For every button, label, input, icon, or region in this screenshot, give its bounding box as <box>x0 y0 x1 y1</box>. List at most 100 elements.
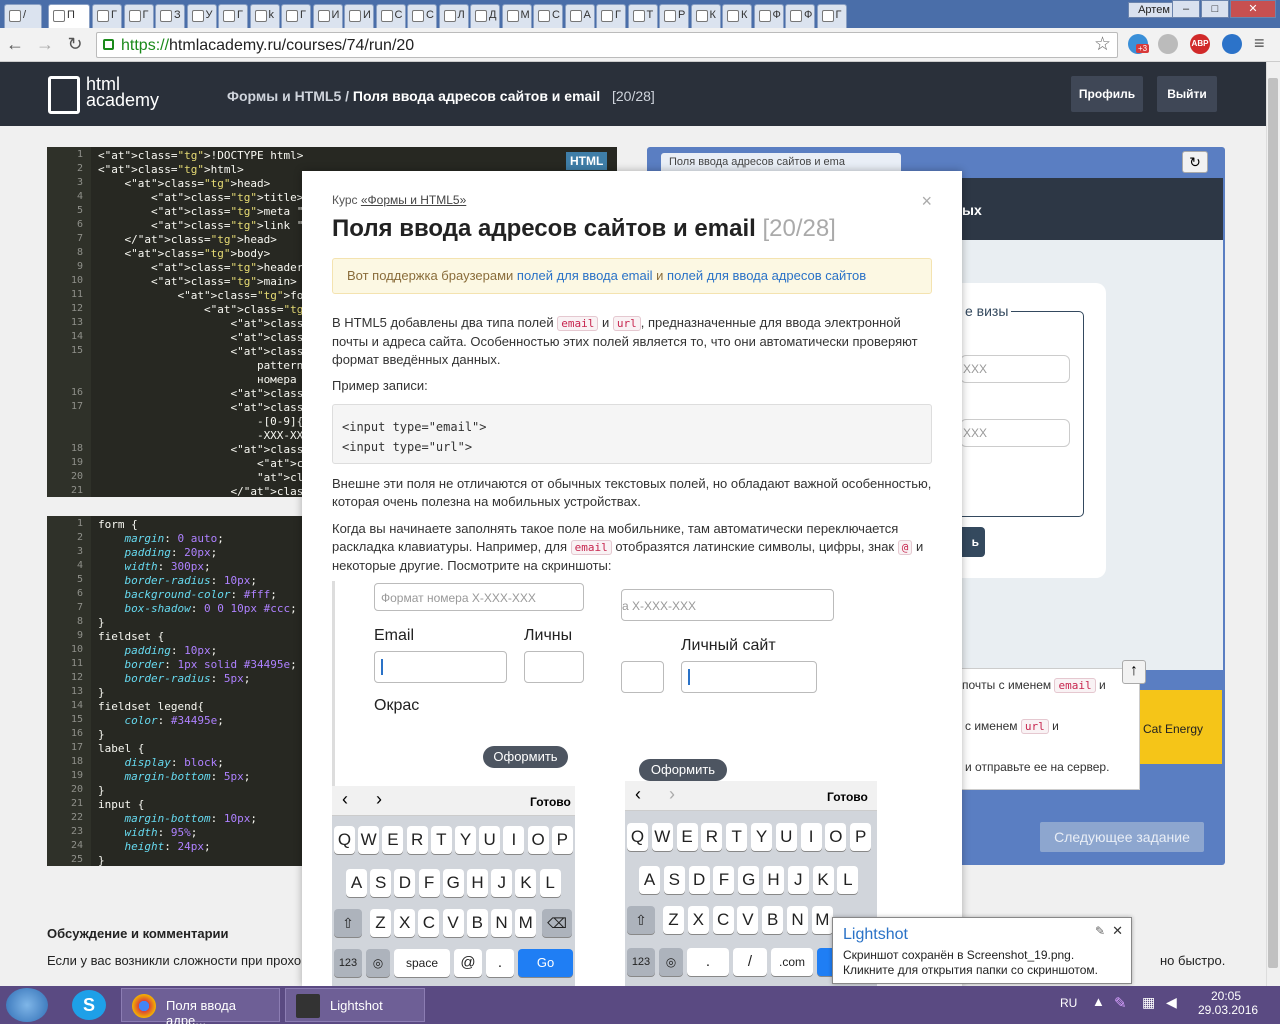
preview-input[interactable]: XXX <box>960 419 1070 447</box>
favicon-icon <box>664 10 676 22</box>
browser-tab[interactable]: А <box>564 4 595 28</box>
next-task-button[interactable]: Следующее задание <box>1040 822 1204 852</box>
keyboard-key: Z <box>370 909 391 937</box>
line-number: 10 <box>70 275 83 286</box>
keyboard-key: V <box>442 909 464 937</box>
taskbar-lightshot[interactable]: Lightshot <box>285 988 425 1022</box>
pin-icon[interactable]: ✎ <box>1095 924 1105 938</box>
browser-tab[interactable]: И <box>344 4 374 28</box>
language-indicator[interactable]: RU <box>1060 996 1077 1010</box>
clock[interactable]: 20:05 29.03.2016 <box>1198 989 1258 1017</box>
keyboard-key: E <box>382 826 404 854</box>
back-arrow-icon[interactable]: ← <box>4 34 26 55</box>
browser-tab[interactable]: Г <box>218 4 248 28</box>
tab-active[interactable]: П <box>48 4 90 28</box>
browser-tab[interactable]: Г <box>596 4 626 28</box>
keyboard-key: T <box>430 826 452 854</box>
adblock-icon[interactable]: ABP <box>1190 34 1210 54</box>
tray-arrow-icon[interactable]: ▲ <box>1092 994 1105 1009</box>
phone-format-input: Формат номера X-XXX-XXX <box>374 583 584 611</box>
done-label: Готово <box>530 795 571 809</box>
profile-link-button[interactable]: Профиль <box>1071 76 1143 112</box>
logout-button[interactable]: Выйти <box>1157 76 1217 112</box>
browser-tab[interactable]: С <box>407 4 437 28</box>
browser-tab[interactable]: Д <box>470 4 500 28</box>
browser-tab[interactable]: k <box>249 4 280 28</box>
code-line: <"at">class="tg">!DOCTYPE html> <box>98 149 304 162</box>
close-icon[interactable]: ✕ <box>1112 923 1123 939</box>
address-bar[interactable]: https://htmlacademy.ru/courses/74/run/20… <box>96 32 1118 58</box>
skype-icon[interactable]: S <box>72 990 106 1020</box>
globe-icon[interactable] <box>1222 34 1242 54</box>
task-line-3: и отправьте ее на сервер. <box>965 760 1110 774</box>
taskbar-chrome[interactable]: Поля ввода адре... <box>121 988 280 1028</box>
keyboard-key: ⇧ <box>627 906 655 934</box>
browser-tab[interactable]: С <box>375 4 406 28</box>
browser-tab[interactable]: Г <box>123 4 154 28</box>
code-line: border: 1px solid #34495e; <box>124 658 297 671</box>
keyboard-key: ⌫ <box>542 909 572 937</box>
browser-tab[interactable]: У <box>186 4 217 28</box>
refresh-icon[interactable]: ↻ <box>1182 151 1208 173</box>
collapse-arrow-icon[interactable]: ↑ <box>1122 660 1146 684</box>
keyboard-key: L <box>539 869 561 897</box>
breadcrumb-course[interactable]: Формы и HTML5 / <box>227 88 349 104</box>
favicon-icon <box>380 10 393 22</box>
browser-tab[interactable]: И <box>312 4 343 28</box>
browser-tab[interactable]: / <box>4 4 42 28</box>
browser-tab[interactable]: Ф <box>753 4 784 28</box>
reload-icon[interactable]: ↻ <box>64 34 86 55</box>
menu-icon[interactable]: ≡ <box>1254 33 1265 54</box>
forward-arrow-icon[interactable]: → <box>34 34 56 55</box>
close-icon[interactable]: × <box>921 191 932 212</box>
maximize-button[interactable]: □ <box>1201 0 1229 18</box>
close-window-button[interactable]: ✕ <box>1230 0 1276 18</box>
keyboard-key: M <box>515 909 537 937</box>
keyboard-key: R <box>701 823 723 851</box>
minimize-button[interactable]: – <box>1172 0 1200 18</box>
chrome-icon <box>132 994 156 1018</box>
favicon-icon <box>569 10 582 22</box>
cat-energy-text: Cat Energy <box>1143 722 1204 736</box>
network-icon[interactable]: ▦ <box>1142 994 1155 1011</box>
logo-icon[interactable] <box>48 76 80 114</box>
code-line: padding: 10px; <box>124 644 218 657</box>
code-line: label { <box>98 742 145 755</box>
browser-tab[interactable]: К <box>722 4 752 28</box>
browser-tab[interactable]: Г <box>92 4 122 28</box>
browser-tab[interactable]: Ф <box>785 4 815 28</box>
volume-icon[interactable]: ◀ <box>1166 994 1177 1011</box>
browser-tab[interactable]: М <box>501 4 532 28</box>
keyboard-key: F <box>713 866 735 894</box>
browser-tab[interactable]: Р <box>659 4 689 28</box>
phone-submit-button-right: Оформить <box>639 759 727 781</box>
code-line: display: block; <box>124 756 224 769</box>
keyboard-key: . <box>486 949 514 977</box>
browser-tab[interactable]: Г <box>281 4 311 28</box>
bookmark-star-icon[interactable]: ☆ <box>1094 33 1111 56</box>
email-support-link[interactable]: полей для ввода email <box>517 268 653 283</box>
browser-tab[interactable]: Л <box>438 4 469 28</box>
browser-tab[interactable]: З <box>155 4 185 28</box>
scrollbar-thumb[interactable] <box>1268 78 1278 968</box>
keyboard-key: / <box>733 948 767 976</box>
favicon-icon <box>286 10 298 22</box>
phone-input-fragment <box>621 661 664 693</box>
logo-text[interactable]: html academy <box>86 75 159 109</box>
browser-tab[interactable]: Г <box>816 4 847 28</box>
url-support-link[interactable]: полей для ввода адресов сайтов <box>667 268 866 283</box>
browser-tab[interactable]: Т <box>627 4 658 28</box>
preview-tab[interactable]: Поля ввода адресов сайтов и ema <box>661 153 901 173</box>
browser-tab[interactable]: С <box>533 4 563 28</box>
code-line: color: #34495e; <box>124 714 224 727</box>
next-arrow-icon: › <box>669 784 675 804</box>
preview-input[interactable]: XXX <box>960 355 1070 383</box>
shield-icon[interactable] <box>1158 34 1178 54</box>
paragraph-4: Когда вы начинаете заполнять такое поле … <box>332 521 924 573</box>
lightshot-notification[interactable]: Lightshot ✎ ✕ Скриншот сохранён в Screen… <box>832 917 1132 984</box>
lightshot-tray-icon[interactable]: ✎ <box>1114 994 1127 1012</box>
line-number: 16 <box>70 387 83 398</box>
course-link[interactable]: «Формы и HTML5» <box>361 193 466 207</box>
start-button[interactable] <box>6 988 48 1022</box>
browser-tab[interactable]: К <box>690 4 721 28</box>
